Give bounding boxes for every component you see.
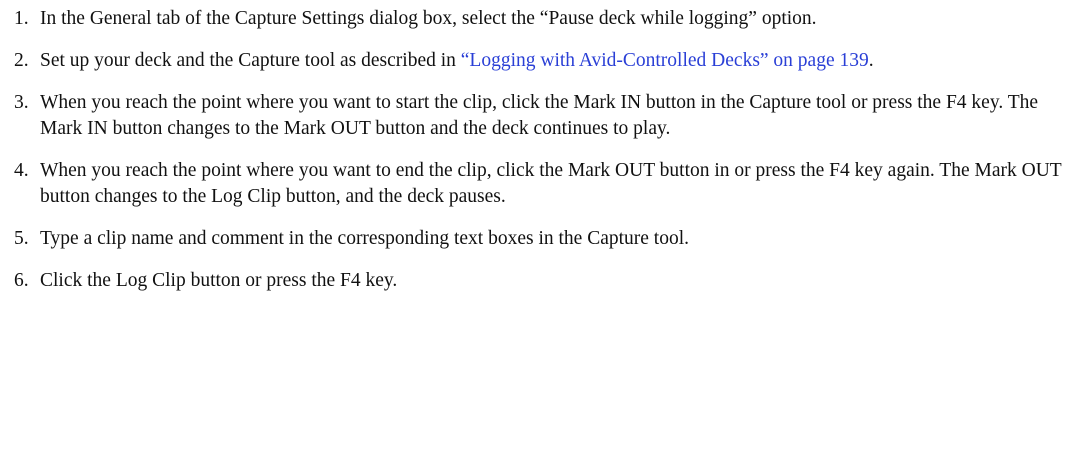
cross-reference-link[interactable]: “Logging with Avid-Controlled Decks” on … xyxy=(461,50,869,71)
step-3: 3. When you reach the point where you wa… xyxy=(0,90,1078,142)
step-text: When you reach the point where you want … xyxy=(40,92,1039,139)
step-number: 6. xyxy=(14,270,29,291)
step-6: 6. Click the Log Clip button or press th… xyxy=(0,268,1078,294)
step-2: 2. Set up your deck and the Capture tool… xyxy=(0,48,1078,74)
step-4: 4. When you reach the point where you wa… xyxy=(0,158,1078,210)
step-text-end: . xyxy=(868,50,874,71)
step-number: 2. xyxy=(14,50,29,71)
step-number: 3. xyxy=(14,92,29,113)
document-page: 1. In the General tab of the Capture Set… xyxy=(0,0,1078,466)
step-number: 1. xyxy=(14,8,29,29)
step-text: Type a clip name and comment in the corr… xyxy=(40,228,690,249)
step-text: Set up your deck and the Capture tool as… xyxy=(40,50,461,71)
step-text: When you reach the point where you want … xyxy=(40,160,1062,207)
step-5: 5. Type a clip name and comment in the c… xyxy=(0,226,1078,252)
procedure-steps: 1. In the General tab of the Capture Set… xyxy=(0,6,1078,294)
step-1: 1. In the General tab of the Capture Set… xyxy=(0,6,1078,32)
step-number: 4. xyxy=(14,160,29,181)
step-text: Click the Log Clip button or press the F… xyxy=(40,270,398,291)
step-text: In the General tab of the Capture Settin… xyxy=(40,8,817,29)
step-number: 5. xyxy=(14,228,29,249)
